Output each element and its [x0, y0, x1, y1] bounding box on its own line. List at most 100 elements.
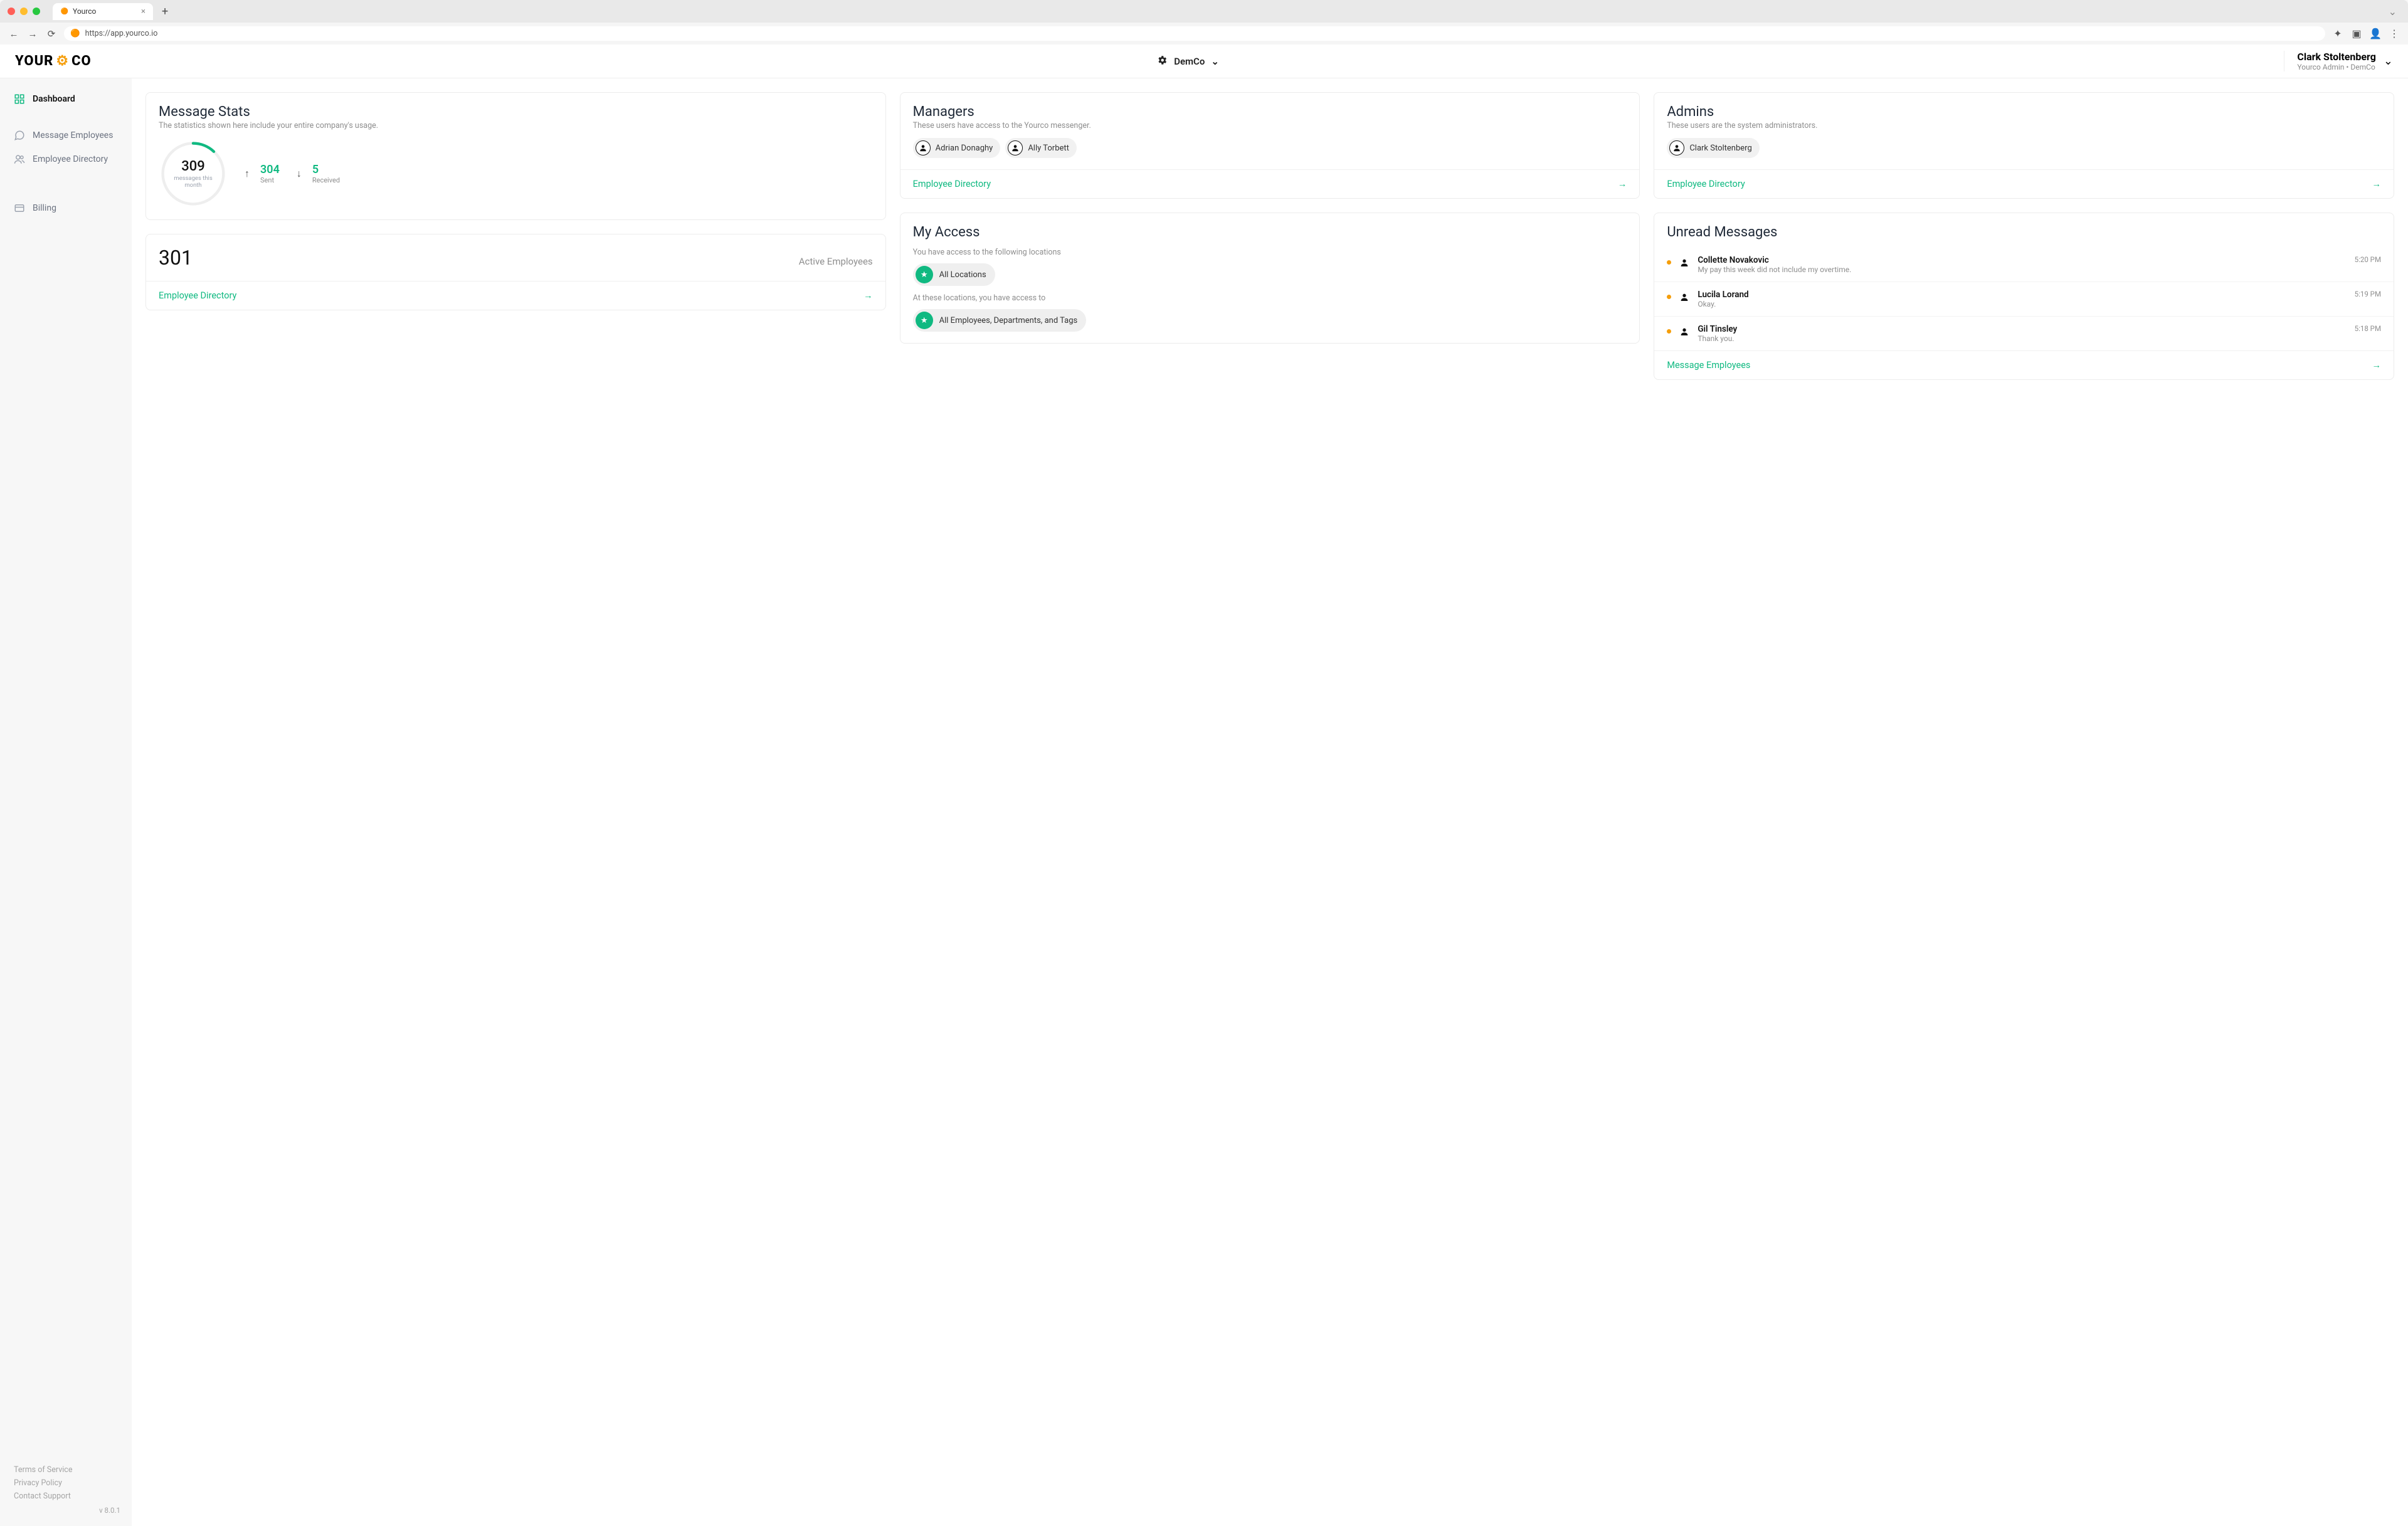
message-sender: Lucila Lorand [1698, 290, 2344, 300]
active-employees-count: 301 [159, 246, 193, 270]
sent-label: Sent [260, 176, 280, 184]
card-title: Message Stats [159, 104, 873, 120]
browser-tab[interactable]: 🟠 Yourco × [53, 3, 153, 20]
app-header: YOUR⚙CO DemCo ⌄ Clark Stoltenberg Yourco… [0, 45, 2408, 78]
maximize-window-icon[interactable] [33, 8, 40, 15]
sidebar-item-employee-directory[interactable]: Employee Directory [6, 147, 125, 171]
panel-icon[interactable]: ▣ [2350, 28, 2363, 39]
user-chip[interactable]: Adrian Donaghy [913, 138, 1001, 158]
menu-icon[interactable]: ⋮ [2388, 28, 2400, 39]
logo-gear-icon: ⚙ [56, 53, 69, 69]
arrow-right-icon: → [2372, 360, 2381, 371]
app-logo[interactable]: YOUR⚙CO [15, 53, 92, 69]
people-icon [14, 154, 25, 165]
link-label: Message Employees [1667, 360, 1750, 371]
pill-label: All Locations [939, 270, 986, 280]
user-chip-name: Clark Stoltenberg [1689, 144, 1751, 153]
dashboard-icon [14, 93, 25, 105]
admins-card: Admins These users are the system admini… [1654, 92, 2394, 199]
arrow-up-icon: ↑ [239, 166, 255, 182]
message-row[interactable]: Gil Tinsley Thank you. 5:18 PM [1654, 316, 2394, 350]
chevron-down-icon: ⌄ [1211, 56, 1219, 67]
sidebar-item-dashboard[interactable]: Dashboard [6, 87, 125, 111]
user-menu[interactable]: Clark Stoltenberg Yourco Admin • DemCo ⌄ [2284, 51, 2393, 71]
card-subtitle: These users have access to the Yourco me… [913, 121, 1627, 130]
user-subtitle: Yourco Admin • DemCo [2297, 63, 2376, 71]
person-icon [1677, 290, 1691, 304]
usage-ring: 309 messages this month [159, 139, 228, 208]
message-sender: Collette Novakovic [1698, 255, 2344, 265]
person-icon [1669, 140, 1684, 155]
active-employees-label: Active Employees [799, 256, 873, 267]
support-link[interactable]: Contact Support [14, 1492, 118, 1501]
unread-messages-card: Unread Messages Collette Novakovic My pa… [1654, 213, 2394, 380]
billing-icon [14, 203, 25, 214]
access-pill: ★ All Locations [913, 263, 995, 286]
unread-dot-icon [1667, 329, 1671, 334]
forward-button[interactable]: → [26, 28, 39, 39]
user-chip-name: Adrian Donaghy [936, 144, 993, 153]
tabs-dropdown-icon[interactable]: ⌄ [2389, 6, 2400, 18]
unread-dot-icon [1667, 295, 1671, 299]
sidebar-item-message-employees[interactable]: Message Employees [6, 124, 125, 147]
logo-text-1: YOUR [15, 53, 53, 69]
org-switcher[interactable]: DemCo ⌄ [1156, 55, 1219, 68]
person-icon [1008, 140, 1023, 155]
message-preview: Okay. [1698, 300, 2344, 308]
card-title: Admins [1667, 104, 2381, 120]
access-sub-1: You have access to the following locatio… [913, 248, 1627, 257]
message-sender: Gil Tinsley [1698, 324, 2344, 334]
employee-directory-link[interactable]: Employee Directory → [1654, 169, 2394, 198]
arrow-right-icon: → [1618, 179, 1627, 189]
tos-link[interactable]: Terms of Service [14, 1465, 118, 1475]
close-tab-icon[interactable]: × [141, 7, 145, 16]
person-icon [1677, 325, 1691, 339]
card-title: Managers [913, 104, 1627, 120]
privacy-link[interactable]: Privacy Policy [14, 1478, 118, 1488]
link-label: Employee Directory [159, 290, 236, 301]
favicon-icon: 🟠 [60, 7, 69, 16]
star-icon: ★ [916, 312, 933, 329]
minimize-window-icon[interactable] [20, 8, 28, 15]
refresh-button[interactable]: ⟳ [45, 28, 58, 39]
org-name: DemCo [1174, 56, 1205, 67]
person-icon [916, 140, 931, 155]
person-icon [1677, 256, 1691, 270]
employee-directory-link[interactable]: Employee Directory → [146, 281, 885, 310]
profile-icon[interactable]: 👤 [2369, 28, 2382, 39]
access-pill: ★ All Employees, Departments, and Tags [913, 309, 1087, 332]
user-chip[interactable]: Ally Torbett [1005, 138, 1077, 158]
message-row[interactable]: Collette Novakovic My pay this week did … [1654, 248, 2394, 282]
new-tab-button[interactable]: + [158, 5, 172, 18]
site-info-icon[interactable]: 🟠 [70, 29, 80, 38]
message-stats-card: Message Stats The statistics shown here … [145, 92, 886, 220]
message-time: 5:20 PM [2355, 255, 2381, 264]
message-employees-link[interactable]: Message Employees → [1654, 350, 2394, 379]
pill-label: All Employees, Departments, and Tags [939, 316, 1078, 325]
sidebar-item-billing[interactable]: Billing [6, 196, 125, 220]
user-name: Clark Stoltenberg [2297, 51, 2376, 63]
message-preview: My pay this week did not include my over… [1698, 265, 2344, 274]
active-employees-card: 301 Active Employees Employee Directory … [145, 234, 886, 310]
version-label: v 8.0.1 [6, 1503, 125, 1517]
back-button[interactable]: ← [8, 28, 20, 39]
window-controls[interactable] [8, 8, 40, 15]
sidebar: Dashboard Message Employees Employee Dir… [0, 78, 132, 1526]
arrow-right-icon: → [2372, 179, 2381, 189]
url-bar[interactable]: 🟠 https://app.yourco.io [64, 26, 2325, 41]
ring-value: 309 [181, 159, 205, 174]
unread-dot-icon [1667, 260, 1671, 265]
message-row[interactable]: Lucila Lorand Okay. 5:19 PM [1654, 282, 2394, 316]
chat-icon [14, 130, 25, 141]
arrow-right-icon: → [863, 290, 873, 301]
card-title: My Access [913, 224, 1627, 240]
close-window-icon[interactable] [8, 8, 15, 15]
employee-directory-link[interactable]: Employee Directory → [900, 169, 1640, 198]
browser-chrome: 🟠 Yourco × + ⌄ ← → ⟳ 🟠 https://app.yourc… [0, 0, 2408, 45]
extensions-icon[interactable]: ✦ [2331, 28, 2344, 39]
sidebar-item-label: Message Employees [33, 130, 113, 140]
link-label: Employee Directory [913, 179, 991, 189]
user-chip[interactable]: Clark Stoltenberg [1667, 138, 1759, 158]
arrow-down-icon: ↓ [291, 166, 307, 182]
access-sub-2: At these locations, you have access to [913, 293, 1627, 303]
